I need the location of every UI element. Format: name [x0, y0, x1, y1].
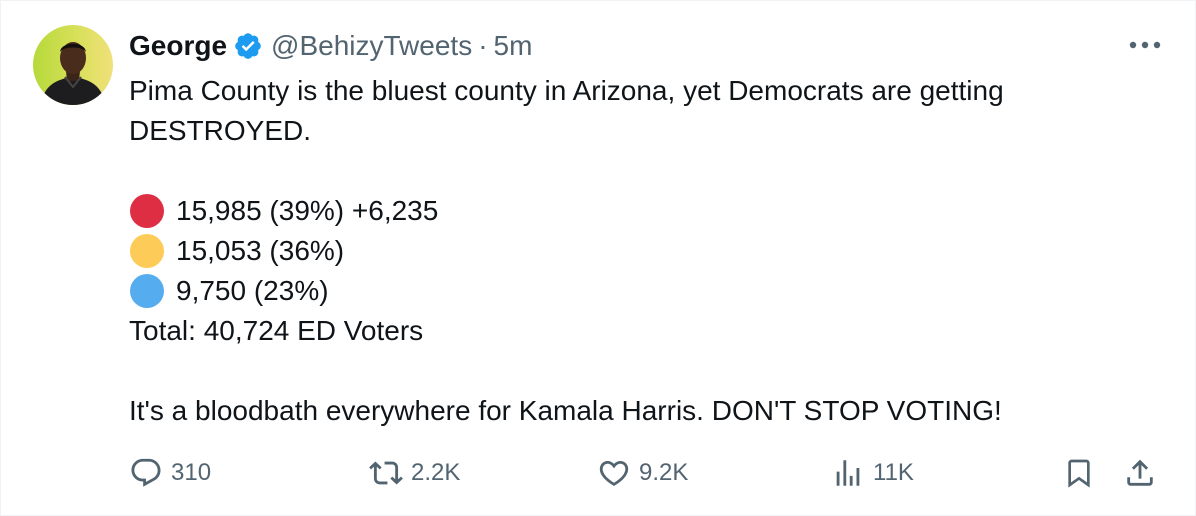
tweet-card[interactable]: George @BehizyTweets · 5m Pima County is… [0, 0, 1196, 516]
more-dots-icon [1129, 41, 1161, 49]
share-button[interactable] [1123, 453, 1157, 493]
views-button[interactable]: 11K [831, 453, 914, 493]
result-text: 15,985 (39%) +6,235 [176, 195, 439, 226]
result-text: 9,750 (23%) [176, 275, 329, 306]
author-name[interactable]: George [129, 30, 227, 62]
like-button[interactable]: 9.2K [597, 453, 688, 493]
like-count: 9.2K [639, 459, 689, 486]
bookmark-icon [1068, 459, 1090, 488]
tweet-line: Pima County is the bluest county in Ariz… [129, 75, 1004, 106]
retweet-count: 2.2K [411, 459, 461, 486]
more-options-button[interactable] [1129, 31, 1161, 59]
retweet-icon [369, 461, 403, 485]
share-upload-icon [1127, 459, 1153, 486]
total-line: Total: 40,724 ED Voters [129, 315, 424, 346]
yellow-circle-icon [130, 234, 164, 268]
tweet-header: George @BehizyTweets · 5m [129, 27, 532, 65]
reply-count: 310 [171, 459, 212, 486]
result-line-blue: 9,750 (23%) [129, 271, 1139, 311]
views-count: 11K [873, 459, 914, 486]
analytics-bars-icon [836, 460, 860, 486]
heart-icon [599, 460, 629, 486]
tweet-text: Pima County is the bluest county in Ariz… [129, 71, 1139, 431]
separator-dot: · [478, 30, 488, 61]
result-line-yellow: 15,053 (36%) [129, 231, 1139, 271]
blue-circle-icon [130, 274, 164, 308]
retweet-button[interactable]: 2.2K [369, 453, 460, 493]
closing-line: It's a bloodbath everywhere for Kamala H… [129, 395, 1002, 426]
avatar[interactable] [33, 25, 113, 105]
reply-button[interactable]: 310 [129, 453, 211, 493]
avatar-image [33, 25, 113, 105]
result-text: 15,053 (36%) [176, 235, 345, 266]
verified-badge-icon[interactable] [233, 31, 263, 61]
author-handle[interactable]: @BehizyTweets [271, 30, 472, 62]
red-circle-icon [130, 194, 164, 228]
result-line-red: 15,985 (39%) +6,235 [129, 191, 1139, 231]
action-bar: 310 2.2K 9.2K 11K [129, 453, 1169, 493]
bookmark-button[interactable] [1063, 453, 1095, 493]
timestamp[interactable]: 5m [494, 30, 533, 62]
reply-bubble-icon [131, 458, 161, 487]
tweet-line: DESTROYED. [129, 115, 312, 146]
